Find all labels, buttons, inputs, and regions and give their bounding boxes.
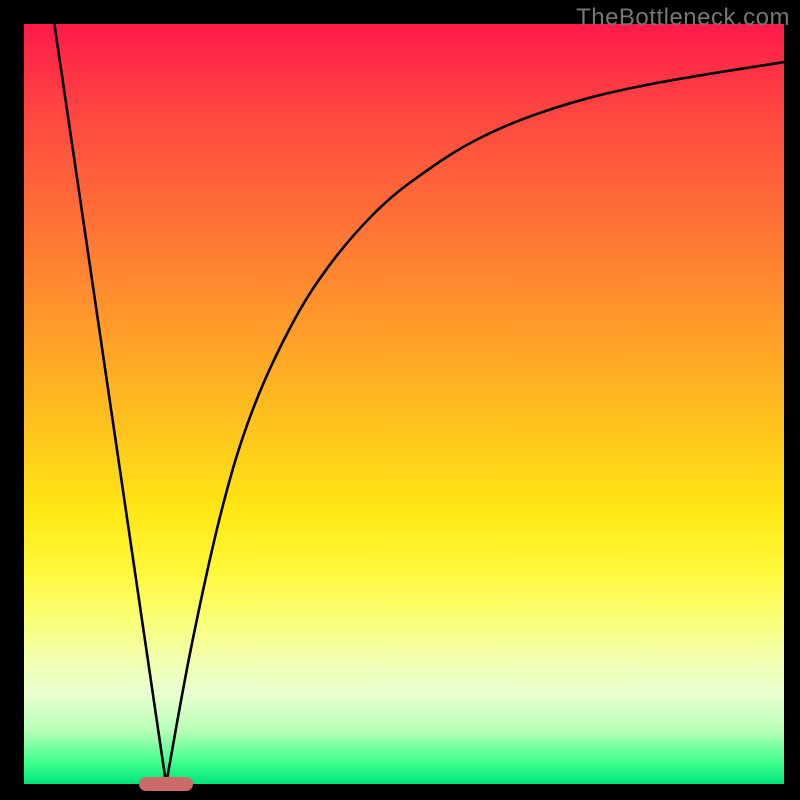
watermark-text: TheBottleneck.com: [576, 4, 790, 32]
chart-plot-area: [24, 24, 784, 784]
chart-right-curve: [166, 62, 784, 784]
chart-left-line: [54, 24, 166, 784]
chart-minimum-marker: [139, 777, 193, 791]
chart-curves: [24, 24, 784, 784]
